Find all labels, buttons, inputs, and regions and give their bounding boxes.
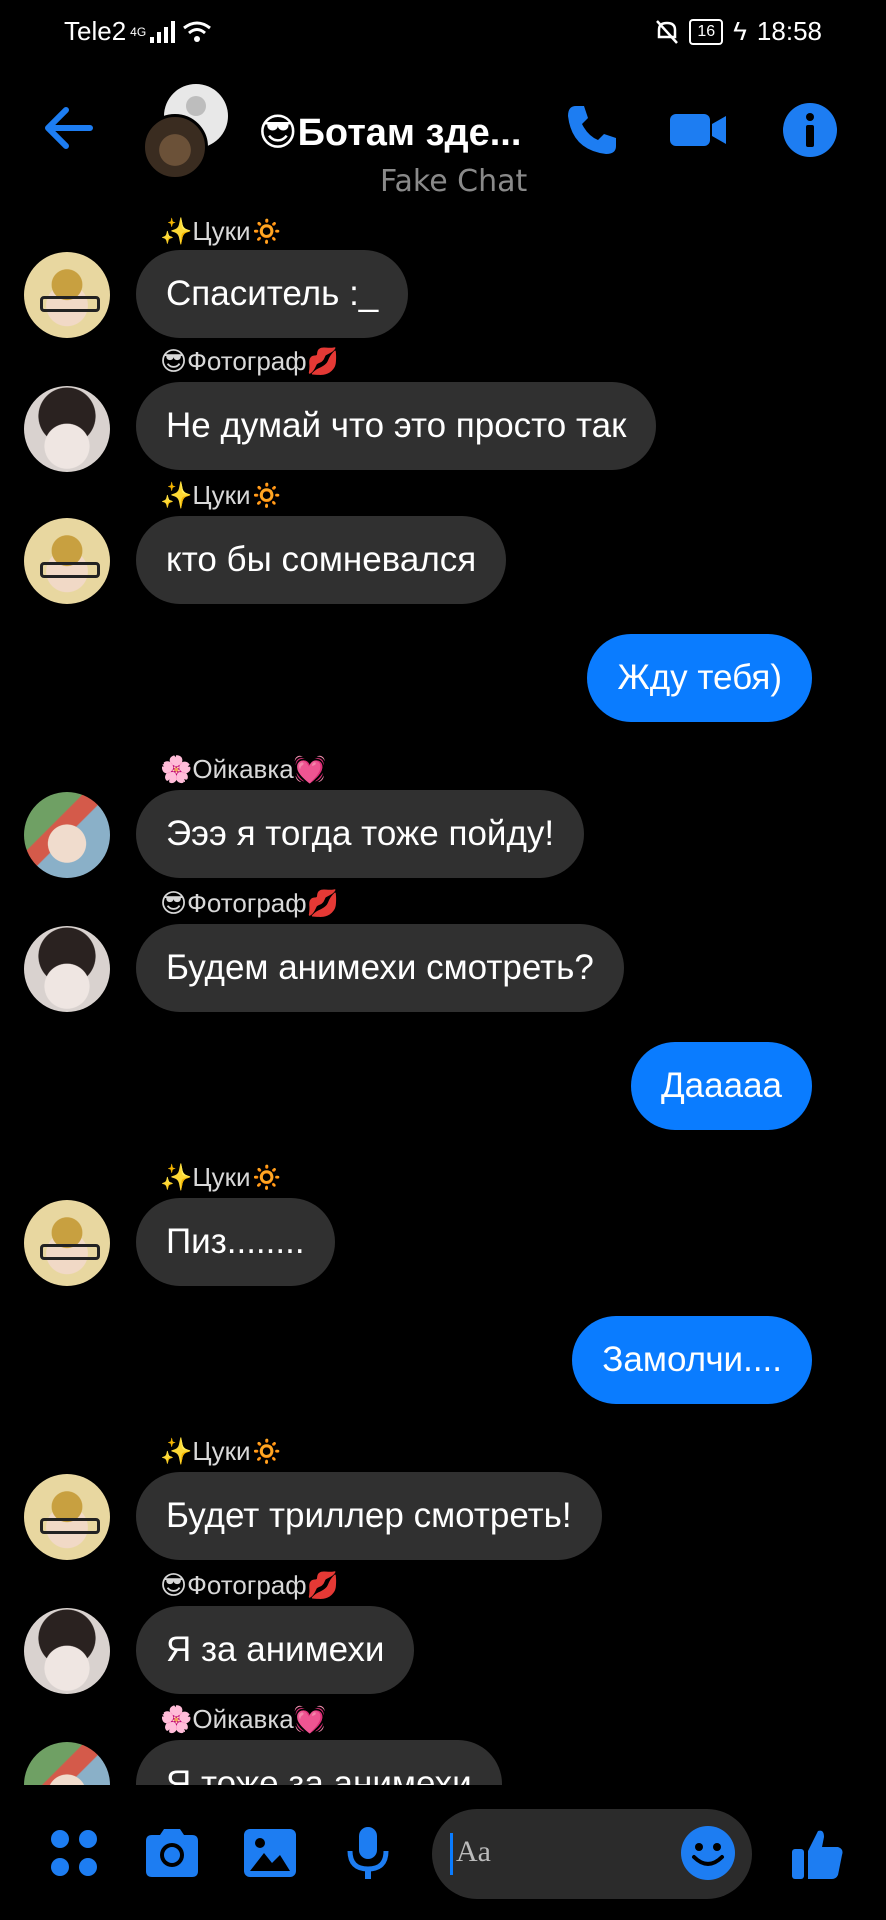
charging-icon: ϟ	[733, 16, 747, 46]
emoji-icon[interactable]	[678, 1823, 738, 1883]
message-bubble[interactable]: Пиз........	[136, 1198, 335, 1286]
sender-name: ✨Цуки🔅	[160, 1436, 283, 1466]
watermark-subtitle: Fake Chat	[380, 164, 528, 199]
sender-name: 🌸Ойкавка💓	[160, 754, 327, 784]
sender-name: 🌸Ойкавка💓	[160, 1704, 327, 1734]
avatar[interactable]	[24, 518, 110, 604]
chat-header: 😎Ботам зде... Fake Chat	[0, 60, 886, 210]
status-bar: Tele2 4G 16 ϟ 18:58	[0, 0, 886, 60]
input-placeholder: Aa	[456, 1835, 491, 1868]
battery-level: 16	[689, 18, 724, 45]
avatar[interactable]	[24, 792, 110, 878]
sender-name: 😎Фотограф💋	[160, 888, 340, 918]
thumbs-up-icon[interactable]	[788, 1823, 848, 1883]
back-arrow-icon[interactable]	[40, 100, 96, 156]
message-bubble[interactable]: Эээ я тогда тоже пойду!	[136, 790, 585, 878]
sender-name: 😎Фотограф💋	[160, 346, 340, 376]
message-bubble[interactable]: Я тоже за анимехи	[136, 1740, 502, 1785]
carrier: Tele2 4G	[64, 16, 212, 47]
message-input[interactable]: Aa	[432, 1809, 752, 1899]
message-bubble-sent[interactable]: Жду тебя)	[587, 634, 812, 722]
mute-bell-icon	[656, 19, 679, 44]
message-list[interactable]: ✨Цуки🔅 Спаситель :_ 😎Фотограф💋 Не думай …	[0, 210, 886, 1785]
sender-name: ✨Цуки🔅	[160, 480, 283, 510]
microphone-icon[interactable]	[338, 1823, 398, 1883]
text-cursor	[450, 1833, 453, 1875]
camera-icon[interactable]	[142, 1823, 202, 1883]
sender-name: 😎Фотограф💋	[160, 1570, 340, 1600]
message-bubble[interactable]: Не думай что это просто так	[136, 382, 657, 470]
avatar[interactable]	[24, 1742, 110, 1785]
signal-icon	[150, 20, 176, 43]
menu-dots-icon[interactable]	[44, 1823, 104, 1883]
wifi-icon	[183, 21, 212, 42]
avatar[interactable]	[24, 1474, 110, 1560]
info-icon[interactable]	[780, 100, 840, 160]
avatar[interactable]	[24, 1608, 110, 1694]
message-bubble-sent[interactable]: Замолчи....	[572, 1316, 812, 1404]
avatar	[142, 114, 208, 180]
avatar[interactable]	[24, 926, 110, 1012]
avatar[interactable]	[24, 1200, 110, 1286]
status-right: 16 ϟ 18:58	[655, 16, 822, 47]
carrier-name: Tele2	[64, 16, 127, 46]
message-bubble[interactable]: Я за анимехи	[136, 1606, 415, 1694]
message-bubble[interactable]: Будем анимехи смотреть?	[136, 924, 624, 1012]
avatar[interactable]	[24, 386, 110, 472]
chat-title[interactable]: 😎Ботам зде...	[258, 110, 521, 155]
sender-name: ✨Цуки🔅	[160, 1162, 283, 1192]
message-bubble[interactable]: кто бы сомневался	[136, 516, 507, 604]
clock: 18:58	[756, 16, 822, 46]
message-bubble[interactable]: Спаситель :_	[136, 250, 409, 338]
group-avatar[interactable]	[142, 84, 242, 194]
phone-icon[interactable]	[562, 100, 622, 160]
sender-name: ✨Цуки🔅	[160, 216, 283, 246]
avatar[interactable]	[24, 252, 110, 338]
message-bubble[interactable]: Будет триллер смотреть!	[136, 1472, 602, 1560]
gallery-icon[interactable]	[240, 1823, 300, 1883]
composer-bar: Aa	[0, 1785, 886, 1920]
video-camera-icon[interactable]	[668, 100, 728, 160]
message-bubble-sent[interactable]: Дааааа	[630, 1042, 812, 1130]
network-type: 4G	[130, 24, 147, 39]
